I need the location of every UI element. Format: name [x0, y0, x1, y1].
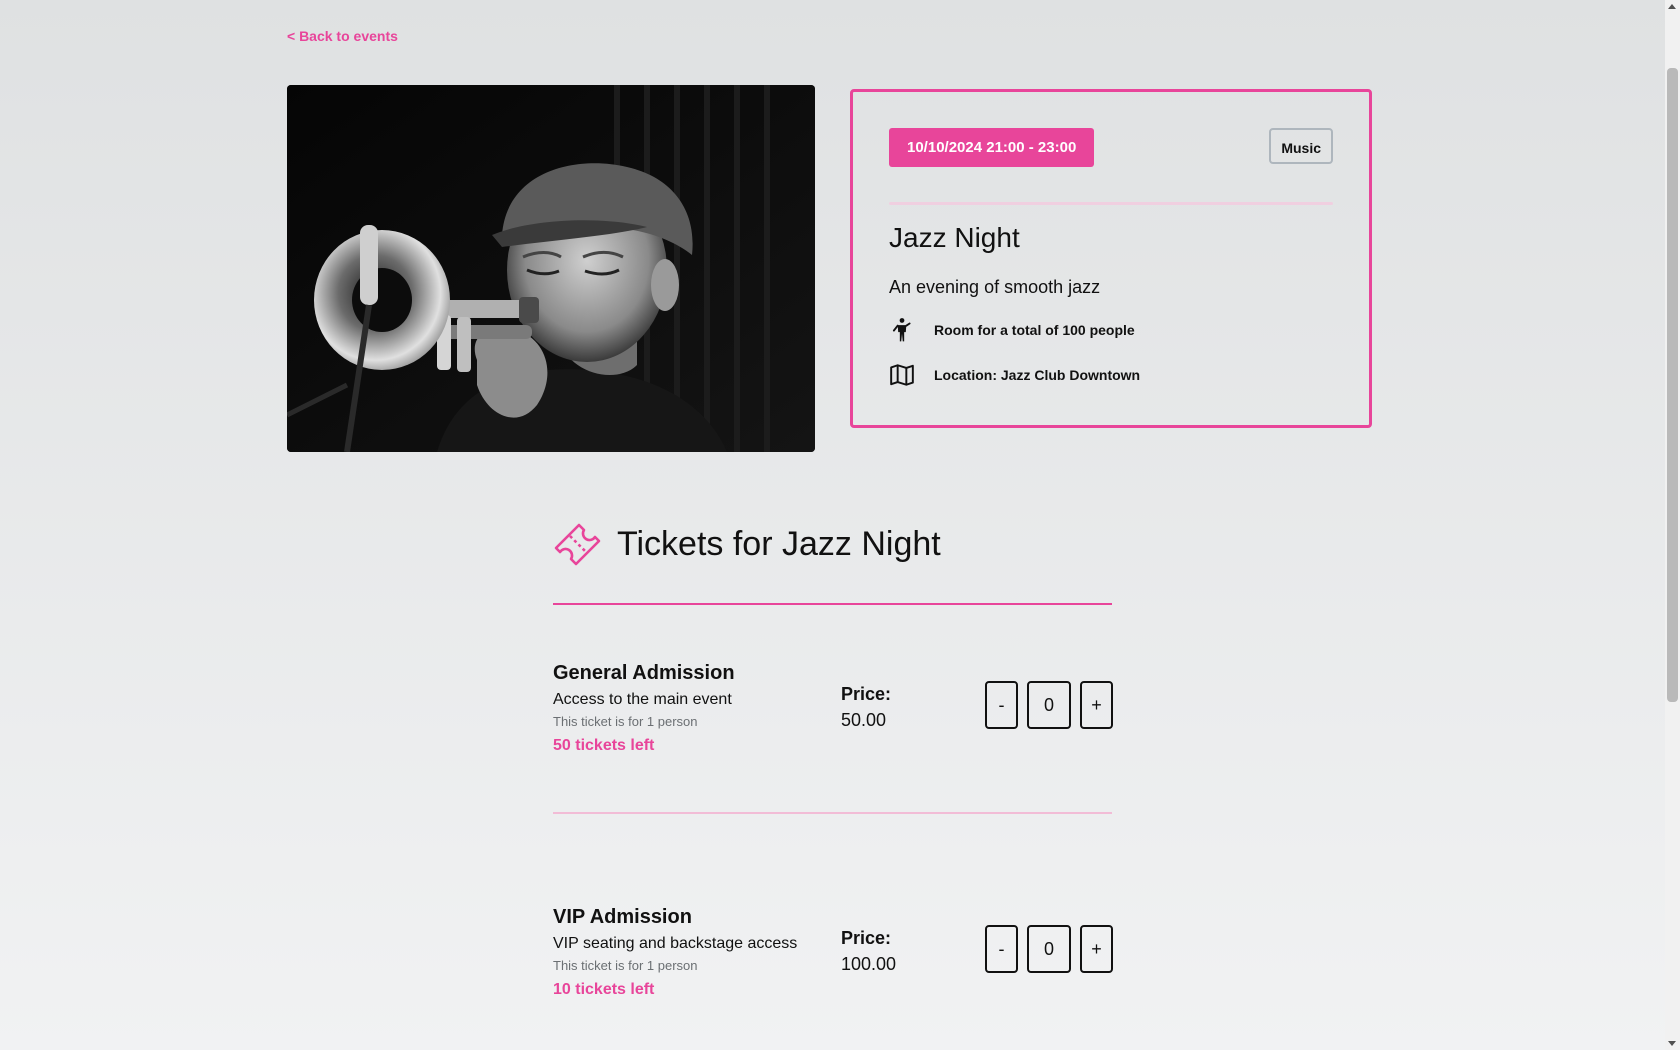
decrement-button[interactable]: - [985, 925, 1018, 973]
ticket-note: This ticket is for 1 person [553, 714, 698, 729]
tickets-left: 50 tickets left [553, 737, 655, 754]
tickets-heading: Tickets for Jazz Night [617, 524, 941, 563]
ticket-icon [553, 520, 601, 568]
increment-button[interactable]: + [1080, 681, 1113, 729]
quantity-stepper: - 0 + [985, 681, 1113, 729]
back-to-events-link[interactable]: < Back to events [287, 28, 398, 44]
ticket-name: VIP Admission [553, 906, 692, 928]
location-row: Location: Jazz Club Downtown [889, 362, 1140, 388]
price-value: 50.00 [841, 710, 887, 730]
price-label: Price: [841, 928, 892, 948]
scroll-down-icon[interactable] [1668, 1041, 1676, 1046]
scroll-up-icon[interactable] [1668, 4, 1676, 9]
ticket-description: VIP seating and backstage access [553, 935, 798, 952]
ticket-note: This ticket is for 1 person [553, 958, 698, 973]
ticket-description: Access to the main event [553, 691, 732, 708]
decrement-button[interactable]: - [985, 681, 1018, 729]
scrollbar-thumb[interactable] [1667, 68, 1678, 702]
category-badge[interactable]: Music [1269, 128, 1333, 164]
ticket-name: General Admission [553, 662, 735, 684]
price-value: 100.00 [841, 954, 897, 974]
event-image [287, 85, 815, 452]
vertical-scrollbar[interactable] [1665, 0, 1680, 1050]
quantity-value: 0 [1027, 925, 1071, 973]
ticket-general-admission: General Admission Access to the main eve… [553, 662, 1113, 772]
event-info-card: 10/10/2024 21:00 - 23:00 Music Jazz Nigh… [850, 89, 1372, 428]
capacity-row: Room for a total of 100 people [889, 317, 1135, 343]
price-label: Price: [841, 684, 892, 704]
ticket-vip-admission: VIP Admission VIP seating and backstage … [553, 906, 1113, 1016]
quantity-stepper: - 0 + [985, 925, 1113, 973]
map-icon [889, 362, 915, 388]
event-description: An evening of smooth jazz [889, 277, 1101, 297]
quantity-value: 0 [1027, 681, 1071, 729]
event-title: Jazz Night [889, 222, 1020, 253]
tickets-header: Tickets for Jazz Night [553, 520, 941, 568]
card-divider [889, 202, 1333, 205]
location-text: Location: Jazz Club Downtown [934, 367, 1141, 383]
event-details-page: < Back to events 10/10/2024 21:00 - 23:0… [0, 0, 1665, 1050]
capacity-text: Room for a total of 100 people [934, 322, 1135, 338]
tickets-heading-underline [553, 603, 1112, 605]
person-standing-icon [889, 317, 915, 343]
trumpet-player-photo-icon [287, 85, 815, 452]
increment-button[interactable]: + [1080, 925, 1113, 973]
event-date-badge: 10/10/2024 21:00 - 23:00 [889, 128, 1095, 167]
tickets-left: 10 tickets left [553, 981, 655, 998]
ticket-divider [553, 812, 1112, 814]
